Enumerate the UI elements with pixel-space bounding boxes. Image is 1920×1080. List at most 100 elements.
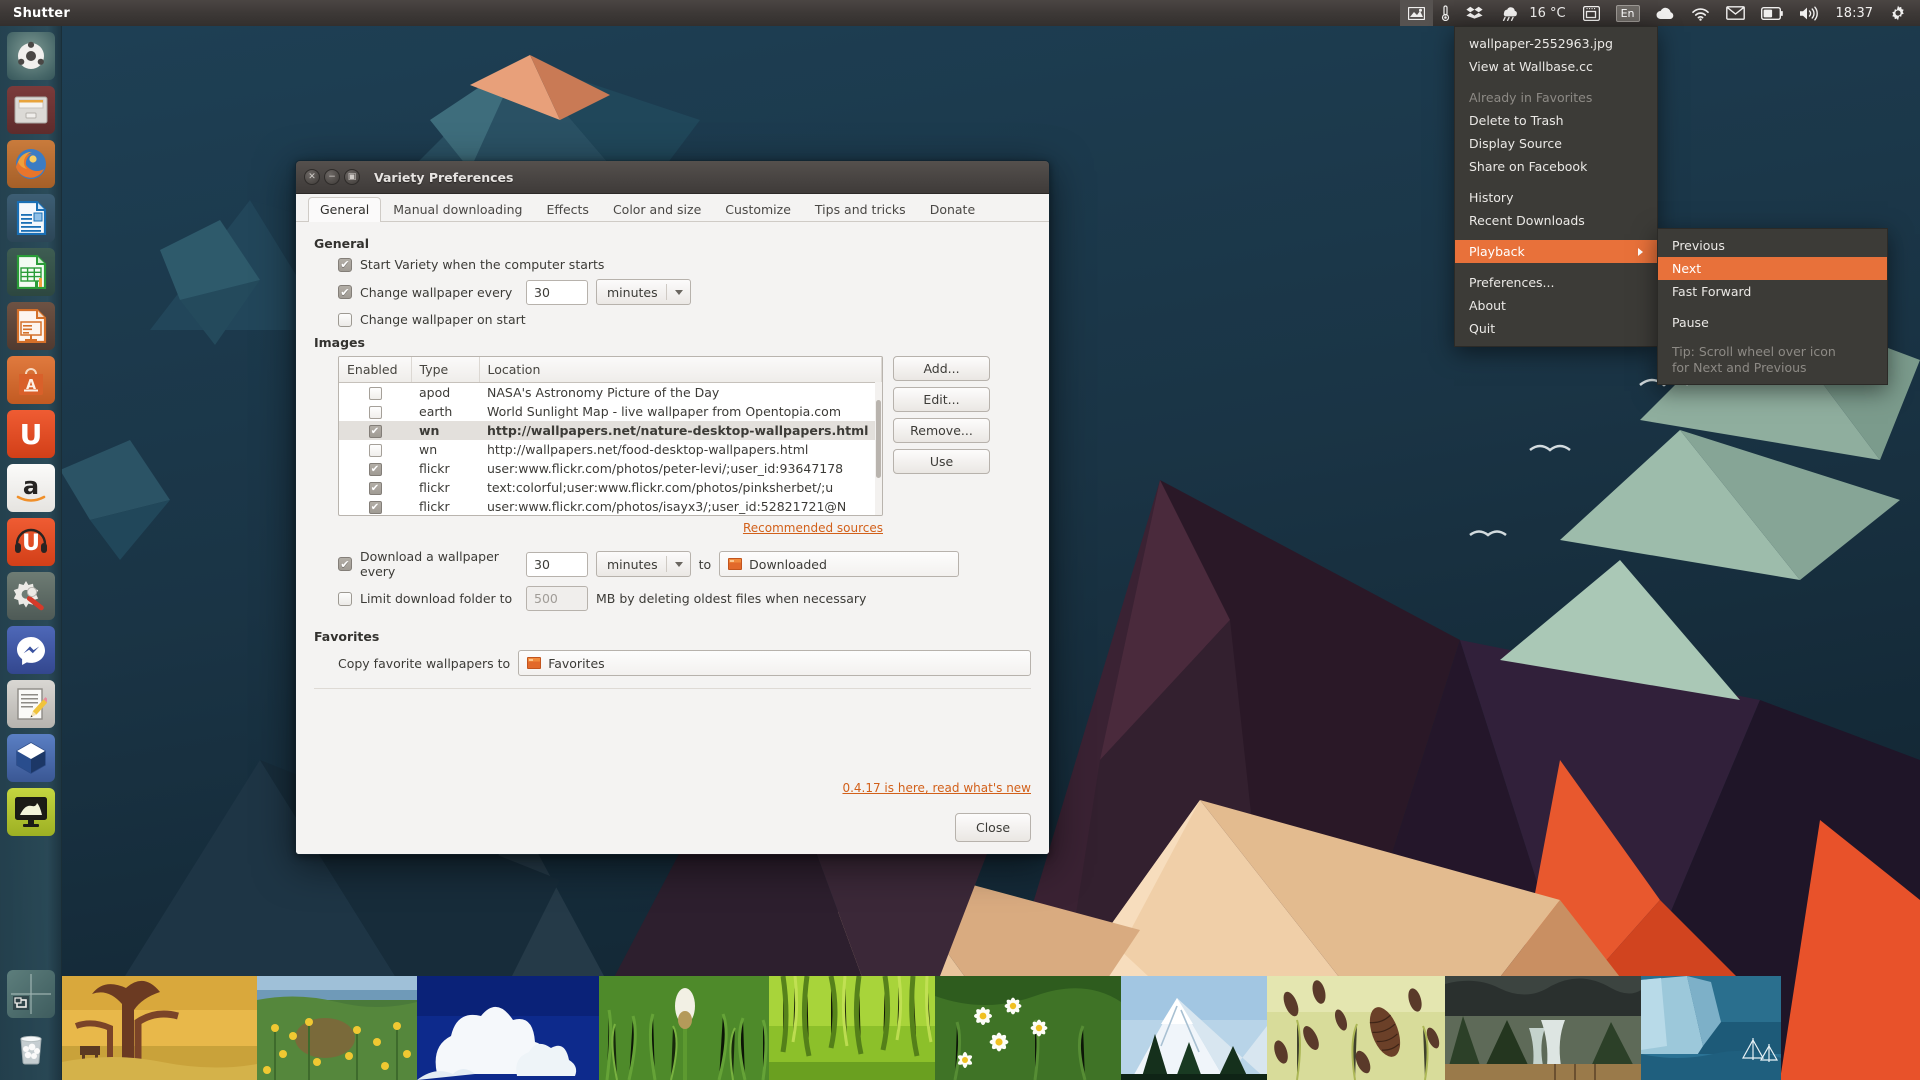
table-row[interactable]: wn http://wallpapers.net/food-desktop-wa… <box>339 440 882 459</box>
battery-indicator-icon[interactable] <box>1753 0 1791 26</box>
tab-general[interactable]: General <box>308 197 381 222</box>
download-folder-chooser[interactable]: Downloaded <box>719 551 959 577</box>
dropbox-indicator-icon[interactable] <box>1458 0 1491 26</box>
row-enabled-checkbox[interactable] <box>369 425 382 438</box>
table-row[interactable]: earth World Sunlight Map - live wallpape… <box>339 402 882 421</box>
tab-manual-downloading[interactable]: Manual downloading <box>381 197 534 222</box>
row-enabled-cell[interactable] <box>339 497 411 516</box>
menu-item-wallpaper-name[interactable]: wallpaper-2552963.jpg <box>1455 32 1657 55</box>
launcher-item-writer[interactable] <box>7 194 55 242</box>
menu-item-display-source[interactable]: Display Source <box>1455 132 1657 155</box>
thumbnail-daisies[interactable] <box>935 976 1121 1080</box>
thumbnail-waterfall[interactable] <box>1445 976 1641 1080</box>
row-enabled-cell[interactable] <box>339 440 411 459</box>
tab-donate[interactable]: Donate <box>918 197 987 222</box>
row-enabled-cell[interactable] <box>339 383 411 403</box>
launcher-item-ubuntu-one[interactable]: U <box>7 410 55 458</box>
launcher-item-software-center[interactable]: A <box>7 356 55 404</box>
launcher-item-messenger[interactable] <box>7 626 55 674</box>
volume-indicator-icon[interactable] <box>1791 0 1827 26</box>
row-enabled-checkbox[interactable] <box>369 501 382 514</box>
row-enabled-checkbox[interactable] <box>369 482 382 495</box>
row-enabled-cell[interactable] <box>339 478 411 497</box>
menu-item-preferences[interactable]: Preferences... <box>1455 271 1657 294</box>
download-every-row[interactable]: Download a wallpaper every 30 minutes to… <box>338 549 1031 579</box>
thumbnail-sunflower-field[interactable] <box>257 976 417 1080</box>
limit-folder-row[interactable]: Limit download folder to 500 MB by delet… <box>338 586 1031 611</box>
scanner-indicator-icon[interactable] <box>1575 0 1608 26</box>
favorites-folder-row[interactable]: Copy favorite wallpapers to Favorites <box>338 650 1031 676</box>
window-minimize-button[interactable]: − <box>324 169 340 185</box>
launcher-item-system-settings[interactable] <box>7 572 55 620</box>
thumbnail-clouds[interactable] <box>417 976 599 1080</box>
limit-folder-checkbox[interactable] <box>338 592 352 606</box>
launcher-item-files[interactable] <box>7 86 55 134</box>
launcher-item-shutter[interactable] <box>7 788 55 836</box>
messaging-indicator-icon[interactable] <box>1718 0 1753 26</box>
menu-item-recent-downloads[interactable]: Recent Downloads <box>1455 209 1657 232</box>
launcher-item-text-editor[interactable] <box>7 680 55 728</box>
change-every-row[interactable]: Change wallpaper every 30 minutes <box>338 279 1031 305</box>
recommended-sources-link[interactable]: Recommended sources <box>743 521 883 535</box>
table-row[interactable]: flickr text:colorful;user:www.flickr.com… <box>339 478 882 497</box>
variety-indicator-icon[interactable] <box>1400 0 1433 26</box>
close-button[interactable]: Close <box>955 813 1031 842</box>
tab-customize[interactable]: Customize <box>713 197 803 222</box>
row-enabled-cell[interactable] <box>339 459 411 478</box>
use-source-button[interactable]: Use <box>893 449 990 474</box>
download-every-value-input[interactable]: 30 <box>526 552 588 577</box>
submenu-item-fast-forward[interactable]: Fast Forward <box>1658 280 1887 303</box>
scrollbar-thumb[interactable] <box>876 400 881 478</box>
row-enabled-cell[interactable] <box>339 421 411 440</box>
launcher-item-workspace-switcher[interactable] <box>7 970 55 1018</box>
menu-item-playback[interactable]: Playback <box>1455 240 1657 263</box>
menu-item-quit[interactable]: Quit <box>1455 317 1657 340</box>
change-every-checkbox[interactable] <box>338 285 352 299</box>
dialog-titlebar[interactable]: ✕ − ▣ Variety Preferences <box>296 161 1049 194</box>
menu-item-about[interactable]: About <box>1455 294 1657 317</box>
row-enabled-checkbox[interactable] <box>369 387 382 400</box>
row-enabled-cell[interactable] <box>339 402 411 421</box>
column-header-enabled[interactable]: Enabled <box>339 357 411 383</box>
panel-app-name[interactable]: Shutter <box>0 6 70 21</box>
row-enabled-checkbox[interactable] <box>369 444 382 457</box>
change-on-start-row[interactable]: Change wallpaper on start <box>338 312 1031 327</box>
weather-indicator-icon[interactable] <box>1491 0 1527 26</box>
download-every-unit-select[interactable]: minutes <box>596 551 691 577</box>
table-row[interactable]: apod NASA's Astronomy Picture of the Day <box>339 383 882 403</box>
wifi-indicator-icon[interactable] <box>1683 0 1718 26</box>
table-row[interactable]: wn http://wallpapers.net/nature-desktop-… <box>339 421 882 440</box>
launcher-item-ubuntu-one-music[interactable]: U <box>7 518 55 566</box>
change-on-start-checkbox[interactable] <box>338 313 352 327</box>
launcher-item-calc[interactable] <box>7 248 55 296</box>
start-on-boot-row[interactable]: Start Variety when the computer starts <box>338 257 1031 272</box>
table-row[interactable]: flickr user:www.flickr.com/photos/isayx3… <box>339 497 882 516</box>
menu-item-share-on-facebook[interactable]: Share on Facebook <box>1455 155 1657 178</box>
row-enabled-checkbox[interactable] <box>369 463 382 476</box>
limit-folder-value-input[interactable]: 500 <box>526 586 588 611</box>
launcher-item-impress[interactable] <box>7 302 55 350</box>
change-every-unit-select[interactable]: minutes <box>596 279 691 305</box>
thumbnail-snow-mountain[interactable] <box>1121 976 1267 1080</box>
submenu-item-pause[interactable]: Pause <box>1658 311 1887 334</box>
launcher-item-dash[interactable] <box>7 32 55 80</box>
thumbnail-white-flower-grass[interactable] <box>599 976 769 1080</box>
add-source-button[interactable]: Add... <box>893 356 990 381</box>
remove-source-button[interactable]: Remove... <box>893 418 990 443</box>
menu-item-history[interactable]: History <box>1455 186 1657 209</box>
thumbnail-green-willow[interactable] <box>769 976 935 1080</box>
submenu-item-previous[interactable]: Previous <box>1658 234 1887 257</box>
start-on-boot-checkbox[interactable] <box>338 258 352 272</box>
clock-indicator[interactable]: 18:37 <box>1827 0 1882 26</box>
window-maximize-button[interactable]: ▣ <box>344 169 360 185</box>
table-row[interactable]: flickr user:www.flickr.com/photos/peter-… <box>339 459 882 478</box>
tab-tips-and-tricks[interactable]: Tips and tricks <box>803 197 918 222</box>
favorites-folder-chooser[interactable]: Favorites <box>518 650 1031 676</box>
launcher-item-virtualbox[interactable] <box>7 734 55 782</box>
thumbnail-autumn-tree[interactable] <box>62 976 257 1080</box>
menu-item-view-at-wallbase[interactable]: View at Wallbase.cc <box>1455 55 1657 78</box>
tab-effects[interactable]: Effects <box>534 197 601 222</box>
temperature-indicator-icon[interactable] <box>1433 0 1458 26</box>
image-sources-scrollbar[interactable] <box>875 382 882 515</box>
keyboard-layout-indicator[interactable]: En <box>1608 0 1648 26</box>
